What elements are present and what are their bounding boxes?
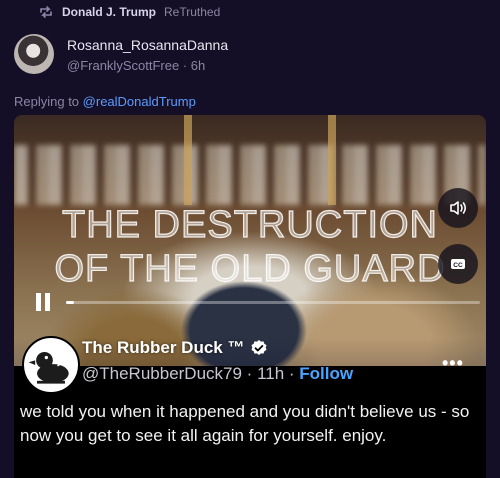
video-pillar [184, 115, 192, 205]
author-display-name[interactable]: Rosanna_RosannaDanna [67, 37, 228, 53]
meta-separator: · [284, 364, 300, 383]
reply-mention-link[interactable]: @realDonaldTrump [83, 94, 196, 109]
rubber-duck-avatar[interactable] [22, 336, 80, 394]
retruth-header: Donald J. Trump ReTruthed [38, 4, 220, 20]
meta-separator: · [241, 364, 258, 383]
follow-button[interactable]: Follow [299, 364, 353, 383]
replying-prefix: Replying to [14, 94, 80, 109]
captions-button[interactable]: CC [438, 244, 478, 284]
pause-button[interactable] [34, 293, 54, 311]
cc-label: CC [453, 262, 463, 269]
video-overlay-title-line1: THE DESTRUCTION [61, 203, 438, 246]
embedded-post-time: 11h [257, 364, 285, 383]
embedded-author-handle[interactable]: @TheRubberDuck79 [82, 364, 242, 383]
embedded-author-meta: @TheRubberDuck79 · 11h · Follow [82, 364, 353, 384]
embedded-post-card[interactable]: The Rubber Duck ™ @TheRubberDuck79 · 11h… [14, 336, 486, 478]
embedded-author-name[interactable]: The Rubber Duck ™ [82, 338, 268, 358]
video-progress-fill [66, 301, 75, 304]
more-options-icon[interactable]: ••• [442, 353, 464, 374]
mute-button[interactable] [438, 188, 478, 228]
replying-to: Replying to @realDonaldTrump [14, 94, 196, 109]
embedded-post-text: we told you when it happened and you did… [20, 402, 470, 445]
retruth-icon [40, 6, 52, 18]
embedded-author-name-text[interactable]: The Rubber Duck ™ [82, 338, 244, 358]
verified-badge-icon [251, 340, 267, 355]
rubber-duck-icon [28, 351, 70, 384]
retruth-label: ReTruthed [164, 5, 221, 19]
author-handle-time: @FranklyScottFree · 6h [67, 58, 206, 73]
speaker-icon [450, 201, 467, 215]
author-avatar[interactable] [14, 34, 54, 74]
video-overlay-title-line2: OF THE OLD GUARD [54, 247, 446, 290]
retruth-user-name[interactable]: Donald J. Trump [62, 5, 156, 19]
closed-captions-icon: CC [451, 259, 465, 269]
video-progress-bar[interactable] [66, 301, 480, 304]
video-pillar [328, 115, 336, 205]
video-crowd [14, 145, 486, 205]
